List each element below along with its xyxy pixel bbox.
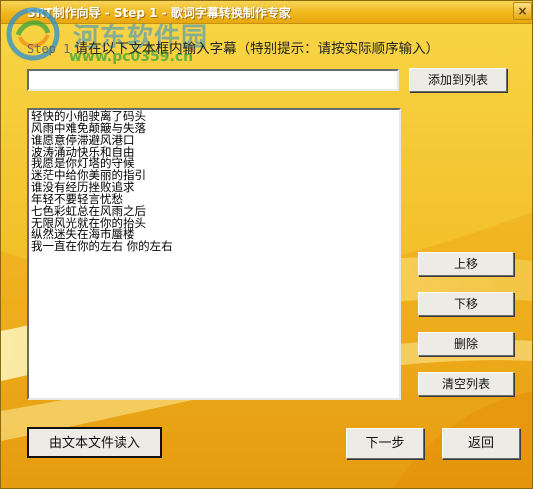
list-item[interactable]: 我一直在你的左右 你的左右 — [31, 240, 397, 253]
close-icon: × — [517, 4, 528, 18]
move-down-button[interactable]: 下移 — [418, 292, 514, 316]
close-button[interactable]: × — [513, 2, 532, 20]
move-up-button[interactable]: 上移 — [418, 252, 514, 276]
instruction-text: Step 1 请在以下文本框内输入字幕（特别提示：请按实际顺序输入） — [27, 37, 439, 57]
clear-list-button[interactable]: 清空列表 — [418, 372, 514, 396]
subtitle-list[interactable]: 轻快的小船驶离了码头 风雨中难免颠簸与失落 谁愿意停滞避风港口 波涛涌动快乐和自… — [27, 108, 401, 400]
next-step-button[interactable]: 下一步 — [346, 428, 424, 459]
add-to-list-button[interactable]: 添加到列表 — [409, 68, 507, 92]
subtitle-input[interactable] — [27, 69, 399, 91]
back-button[interactable]: 返回 — [442, 428, 520, 459]
step-label: Step 1 — [27, 42, 71, 56]
instruction-message: 请在以下文本框内输入字幕（特别提示：请按实际顺序输入） — [74, 41, 440, 57]
read-from-file-button[interactable]: 由文本文件读入 — [27, 427, 162, 458]
delete-button[interactable]: 删除 — [418, 332, 514, 356]
srt-wizard-window: SRT制作向导 - Step 1 - 歌词字幕转换制作专家 × 河东软件园 ww… — [0, 0, 533, 489]
